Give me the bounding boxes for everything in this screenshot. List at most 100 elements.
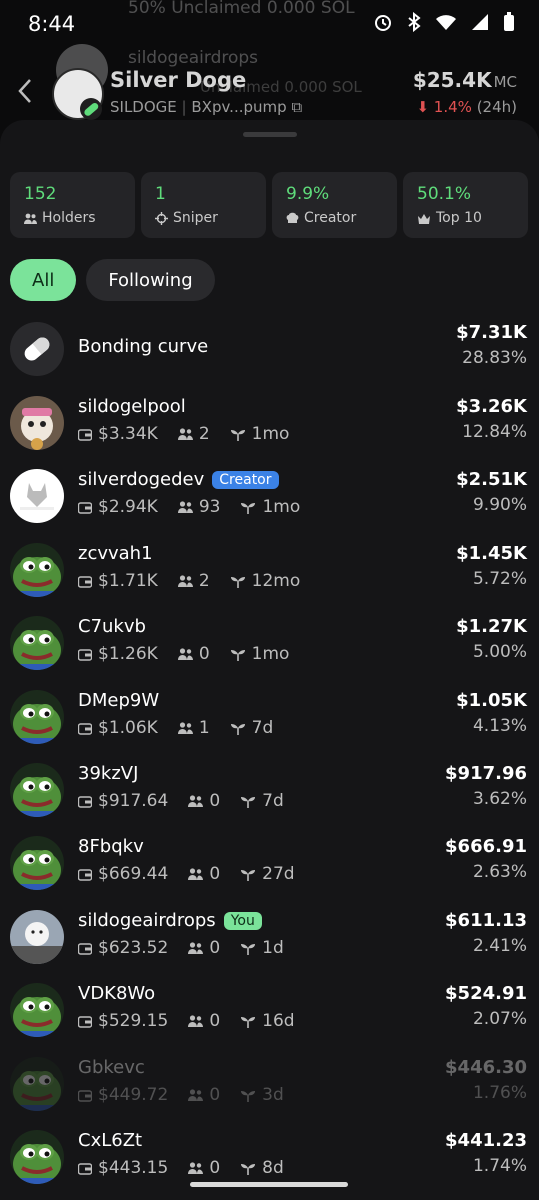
pill-icon [80, 98, 102, 120]
holder-value: $1.27K [456, 616, 527, 637]
holder-followers: 2 [198, 571, 210, 591]
avatar [10, 1130, 64, 1184]
pill-icon [10, 322, 64, 376]
holder-name: C7ukvb [78, 616, 146, 637]
holder-percent: 1.76% [472, 1083, 527, 1103]
holder-row[interactable]: DMep9W $1.06K 1 7d $1.05K 4.13% [0, 686, 539, 750]
wallet-icon [78, 575, 92, 588]
holder-value: $611.13 [445, 910, 527, 931]
holder-balance: $2.94K [98, 497, 158, 517]
holder-name: sildogelpool [78, 396, 186, 417]
holder-followers: 2 [198, 424, 210, 444]
sprout-icon [241, 796, 256, 808]
holder-name-row: Gbkevc [78, 1057, 145, 1078]
holder-percent: 2.07% [472, 1009, 527, 1029]
followers-icon [188, 795, 204, 807]
holder-percent: 12.84% [462, 422, 527, 442]
holder-followers: 0 [209, 1158, 221, 1178]
avatar [10, 543, 64, 597]
wallet-icon [78, 428, 92, 441]
holder-age: 1mo [262, 497, 301, 517]
holder-age: 16d [262, 1011, 295, 1031]
holder-value: $1.05K [456, 690, 527, 711]
holder-meta: $529.15 0 16d [78, 1011, 295, 1031]
holder-balance: $623.52 [98, 938, 169, 958]
holder-name: zcvvah1 [78, 543, 153, 564]
token-subline: SILDOGE | BXpv...pump ⧉ [110, 98, 303, 116]
avatar [10, 1057, 64, 1111]
bonding-curve-row[interactable]: Bonding curve $7.31K 28.83% [0, 318, 539, 382]
holder-age: 1d [262, 938, 284, 958]
stat-label: Sniper [173, 210, 218, 226]
sprout-icon [241, 1016, 256, 1028]
holder-meta: $623.52 0 1d [78, 938, 284, 958]
holder-balance: $1.71K [98, 571, 158, 591]
stat-label-row: Holders [24, 210, 96, 226]
holder-meta: $1.06K 1 7d [78, 718, 273, 738]
holder-age: 7d [251, 718, 274, 738]
holder-row[interactable]: 39kzVJ $917.64 0 7d $917.96 3.62% [0, 759, 539, 823]
home-indicator[interactable] [190, 1182, 348, 1187]
background-row: 50% Unclaimed 0.000 SOL [0, 0, 539, 24]
market-cap-label: MC [493, 73, 517, 91]
holder-value: $524.91 [445, 983, 527, 1004]
holder-percent: 9.90% [472, 495, 527, 515]
stat-label-row: Creator [286, 210, 356, 226]
token-address[interactable]: BXpv...pump [191, 98, 286, 116]
holder-meta: $2.94K 93 1mo [78, 497, 300, 517]
bonding-curve-label: Bonding curve [78, 336, 209, 357]
followers-icon [188, 868, 204, 880]
followers-icon [177, 428, 193, 440]
holder-row[interactable]: 8Fbqkv $669.44 0 27d $666.91 2.63% [0, 832, 539, 896]
stat-label-row: Sniper [155, 210, 218, 226]
holder-row[interactable]: Gbkevc $449.72 0 3d $446.30 1.76% [0, 1053, 539, 1117]
holder-followers: 0 [209, 864, 221, 884]
holder-name-row: 8Fbqkv [78, 836, 144, 857]
holder-age: 8d [262, 1158, 284, 1178]
holder-followers: 0 [209, 791, 221, 811]
filter-following[interactable]: Following [86, 259, 215, 301]
stat-value: 152 [24, 184, 57, 204]
holder-meta: $1.26K 0 1mo [78, 644, 289, 664]
holder-balance: $669.44 [98, 864, 169, 884]
holder-name-row: C7ukvb [78, 616, 146, 637]
holder-meta: $1.71K 2 12mo [78, 571, 300, 591]
sheet-handle[interactable] [243, 132, 297, 137]
holder-name-row: sildogelpool [78, 396, 186, 417]
holder-row[interactable]: sildogelpool $3.34K 2 1mo $3.26K 12.84% [0, 392, 539, 456]
holder-row[interactable]: VDK8Wo $529.15 0 16d $524.91 2.07% [0, 979, 539, 1043]
holder-meta: $449.72 0 3d [78, 1085, 284, 1105]
holder-balance: $3.34K [98, 424, 158, 444]
holder-name-row: 39kzVJ [78, 763, 138, 784]
holder-percent: 28.83% [462, 348, 527, 368]
holder-name: VDK8Wo [78, 983, 156, 1004]
holder-row[interactable]: sildogeairdrops You $623.52 0 1d $611.13 … [0, 906, 539, 970]
holder-row[interactable]: zcvvah1 $1.71K 2 12mo $1.45K 5.72% [0, 539, 539, 603]
copy-icon[interactable]: ⧉ [291, 98, 302, 116]
holder-value: $1.45K [456, 543, 527, 564]
filter-all[interactable]: All [10, 259, 77, 301]
holder-percent: 1.74% [472, 1156, 527, 1176]
token-name: Silver Doge [110, 68, 247, 92]
holder-followers: 0 [198, 644, 210, 664]
back-icon[interactable] [14, 76, 38, 106]
avatar [10, 763, 64, 817]
followers-icon [177, 722, 193, 734]
holder-name-row: DMep9W [78, 690, 159, 711]
sprout-icon [241, 1163, 256, 1175]
followers-icon [188, 1162, 204, 1174]
stat-value: 9.9% [286, 184, 330, 204]
holder-name-row: zcvvah1 [78, 543, 153, 564]
holder-name: 8Fbqkv [78, 836, 144, 857]
holder-row[interactable]: silverdogedev Creator $2.94K 93 1mo $2.51… [0, 465, 539, 529]
holder-balance: $1.26K [98, 644, 158, 664]
holder-percent: 5.00% [472, 642, 527, 662]
stats-row: 152 Holders 1 Sniper 9.9% Creator 50.1% [10, 172, 530, 238]
holder-row[interactable]: CxL6Zt $443.15 0 8d $441.23 1.74% [0, 1126, 539, 1190]
market-cap: $25.4K MC [413, 68, 517, 92]
holder-name-row: silverdogedev Creator [78, 469, 279, 490]
holder-age: 3d [262, 1085, 284, 1105]
holder-row[interactable]: C7ukvb $1.26K 0 1mo $1.27K 5.00% [0, 612, 539, 676]
sprout-icon [230, 576, 245, 588]
avatar [10, 836, 64, 890]
